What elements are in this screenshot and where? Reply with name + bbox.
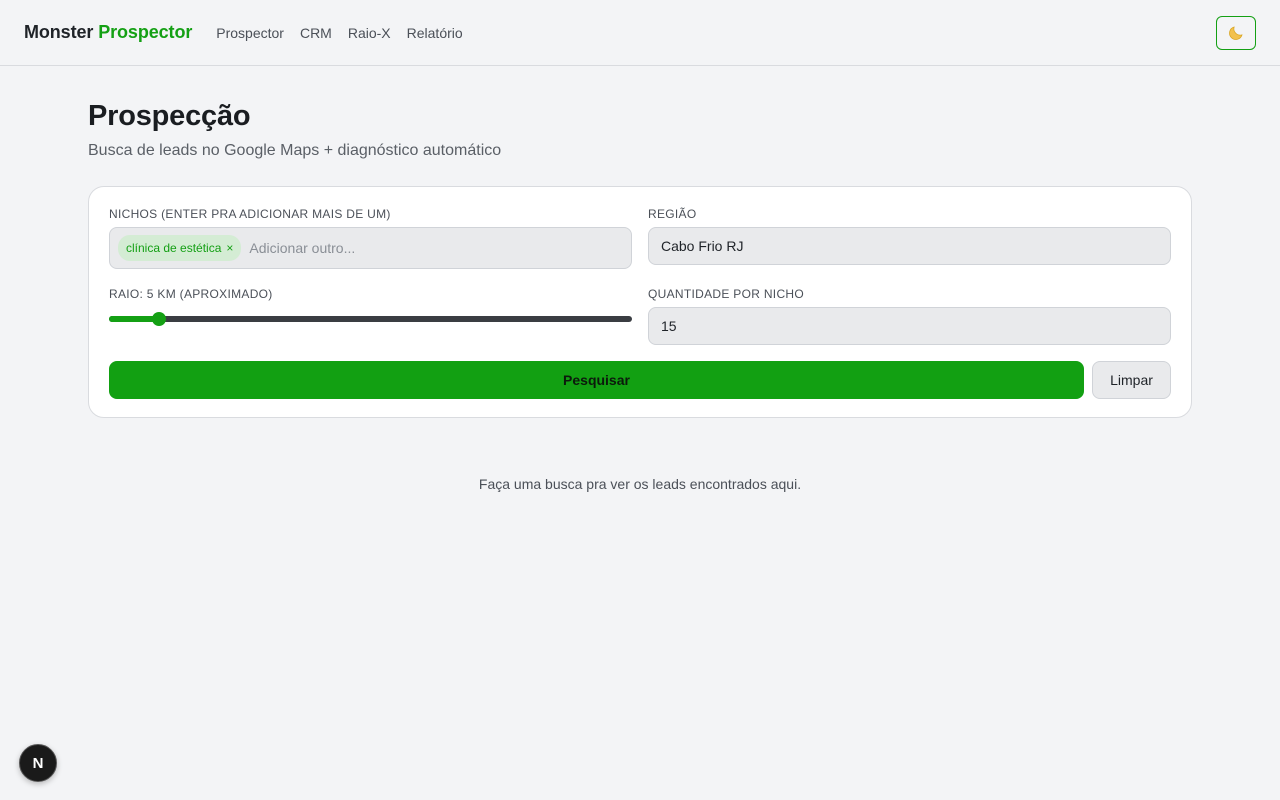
main-nav: Prospector CRM Raio-X Relatório [216, 25, 462, 41]
regiao-input[interactable]: Cabo Frio RJ [648, 227, 1171, 265]
main-content: Prospecção Busca de leads no Google Maps… [0, 100, 1280, 492]
nav-link-relatorio[interactable]: Relatório [407, 25, 463, 41]
nichos-field: NICHOS (ENTER PRA ADICIONAR MAIS DE UM) … [109, 207, 632, 269]
page-subtitle: Busca de leads no Google Maps + diagnóst… [88, 142, 502, 159]
search-form-card: NICHOS (ENTER PRA ADICIONAR MAIS DE UM) … [88, 186, 1192, 418]
empty-state-message: Faça uma busca pra ver os leads encontra… [478, 476, 802, 492]
quantidade-field: QUANTIDADE POR NICHO 15 [648, 287, 1171, 345]
page-title: Prospecção [88, 100, 251, 132]
nicho-tag: clínica de estética × [118, 235, 242, 261]
slider-thumb[interactable] [151, 312, 166, 326]
raio-field: RAIO: 5 KM (APROXIMADO) [109, 287, 632, 345]
quantidade-input[interactable]: 15 [648, 307, 1171, 345]
nav-link-crm[interactable]: CRM [300, 25, 332, 41]
form-row-1: NICHOS (ENTER PRA ADICIONAR MAIS DE UM) … [109, 207, 1171, 269]
raio-slider[interactable] [109, 307, 632, 345]
next-dev-badge[interactable]: N [19, 744, 57, 782]
theme-toggle-button[interactable] [1216, 15, 1256, 50]
search-button[interactable]: Pesquisar [109, 361, 1084, 399]
form-row-2: RAIO: 5 KM (APROXIMADO) QUANTIDADE POR N… [109, 287, 1171, 345]
regiao-field: REGIÃO Cabo Frio RJ [648, 207, 1171, 269]
nichos-label: NICHOS (ENTER PRA ADICIONAR MAIS DE UM) [109, 207, 391, 221]
form-actions: Pesquisar Limpar [109, 361, 1171, 399]
brand-name: Monster [24, 22, 94, 42]
nicho-add-input[interactable] [249, 240, 623, 256]
top-navbar: Monster Prospector Prospector CRM Raio-X… [0, 0, 1280, 66]
moon-icon [1229, 25, 1243, 40]
brand-logo[interactable]: Monster Prospector [24, 22, 192, 43]
quantidade-label: QUANTIDADE POR NICHO [648, 287, 805, 301]
slider-track[interactable] [109, 316, 632, 322]
regiao-label: REGIÃO [648, 207, 697, 221]
tag-remove-icon[interactable]: × [226, 241, 233, 255]
brand-name-accent: Prospector [98, 22, 193, 42]
nav-link-prospector[interactable]: Prospector [216, 25, 284, 41]
nicho-tag-label: clínica de estética [126, 241, 222, 255]
nichos-tags-input[interactable]: clínica de estética × [109, 227, 632, 269]
clear-button[interactable]: Limpar [1092, 361, 1171, 399]
next-logo-icon: N [32, 754, 44, 772]
raio-label: RAIO: 5 KM (APROXIMADO) [109, 287, 273, 301]
nav-link-raio-x[interactable]: Raio-X [348, 25, 391, 41]
